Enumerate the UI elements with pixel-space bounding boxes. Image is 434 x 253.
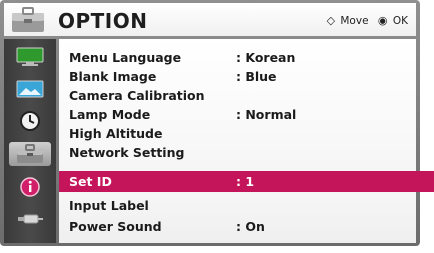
- option-toolbox-icon: [11, 7, 45, 33]
- menu-item-label: Input Label: [69, 198, 149, 213]
- hint-move-label: Move: [340, 15, 369, 27]
- input-cable-icon: [18, 214, 43, 224]
- sidebar-item-option[interactable]: [9, 142, 51, 166]
- menu-item-label: Set ID: [69, 174, 112, 189]
- ok-button-icon: ◉: [377, 14, 388, 27]
- info-icon: [20, 177, 40, 197]
- menu-item-label: Camera Calibration: [69, 88, 205, 103]
- page-title: OPTION: [58, 9, 148, 33]
- sidebar-item-info[interactable]: [9, 175, 51, 199]
- hint-ok-label: OK: [392, 15, 408, 27]
- option-menu: OPTION ◇ Move ◉ OK Menu Language: Korea…: [0, 0, 434, 253]
- monitor-icon: [16, 47, 44, 66]
- category-sidebar: [4, 39, 56, 243]
- menu-item-network-setting[interactable]: Network Setting: [59, 143, 416, 162]
- menu-item-menu-language[interactable]: Menu Language : Korean: [59, 48, 416, 67]
- menu-item-input-label[interactable]: Input Label: [59, 196, 416, 215]
- menu-item-blank-image[interactable]: Blank Image : Blue: [59, 67, 416, 86]
- menu-item-lamp-mode[interactable]: Lamp Mode : Normal: [59, 105, 416, 124]
- picture-icon: [16, 80, 44, 98]
- menu-item-label: High Altitude: [69, 126, 163, 141]
- move-arrows-icon: ◇: [326, 14, 336, 27]
- clock-icon: [20, 111, 40, 131]
- menu-header: OPTION ◇ Move ◉ OK: [4, 3, 416, 36]
- menu-item-power-sound[interactable]: Power Sound : On: [59, 217, 416, 236]
- sidebar-item-screen[interactable]: [9, 77, 51, 101]
- menu-item-value: : Normal: [236, 107, 297, 122]
- selection-highlight: Set ID : 1: [59, 171, 434, 192]
- sidebar-item-input[interactable]: [9, 207, 51, 231]
- menu-item-label: Blank Image: [69, 69, 157, 84]
- menu-item-set-id[interactable]: Set ID : 1: [59, 172, 416, 191]
- sidebar-item-picture[interactable]: [9, 45, 51, 69]
- menu-item-value: : Korean: [236, 50, 296, 65]
- menu-item-value: : On: [236, 219, 265, 234]
- sidebar-item-time[interactable]: [9, 109, 51, 133]
- option-list-lower: Input Label Power Sound : On: [59, 193, 416, 243]
- navigation-hint: ◇ Move ◉ OK: [327, 14, 408, 27]
- menu-item-value: : 1: [236, 174, 255, 189]
- menu-item-label: Lamp Mode: [69, 107, 151, 122]
- menu-item-camera-calibration[interactable]: Camera Calibration: [59, 86, 416, 105]
- menu-item-label: Network Setting: [69, 145, 185, 160]
- menu-item-high-altitude[interactable]: High Altitude: [59, 124, 416, 143]
- menu-item-label: Power Sound: [69, 219, 162, 234]
- option-toolbox-icon: [17, 144, 43, 163]
- menu-item-value: : Blue: [236, 69, 277, 84]
- menu-item-label: Menu Language: [69, 50, 182, 65]
